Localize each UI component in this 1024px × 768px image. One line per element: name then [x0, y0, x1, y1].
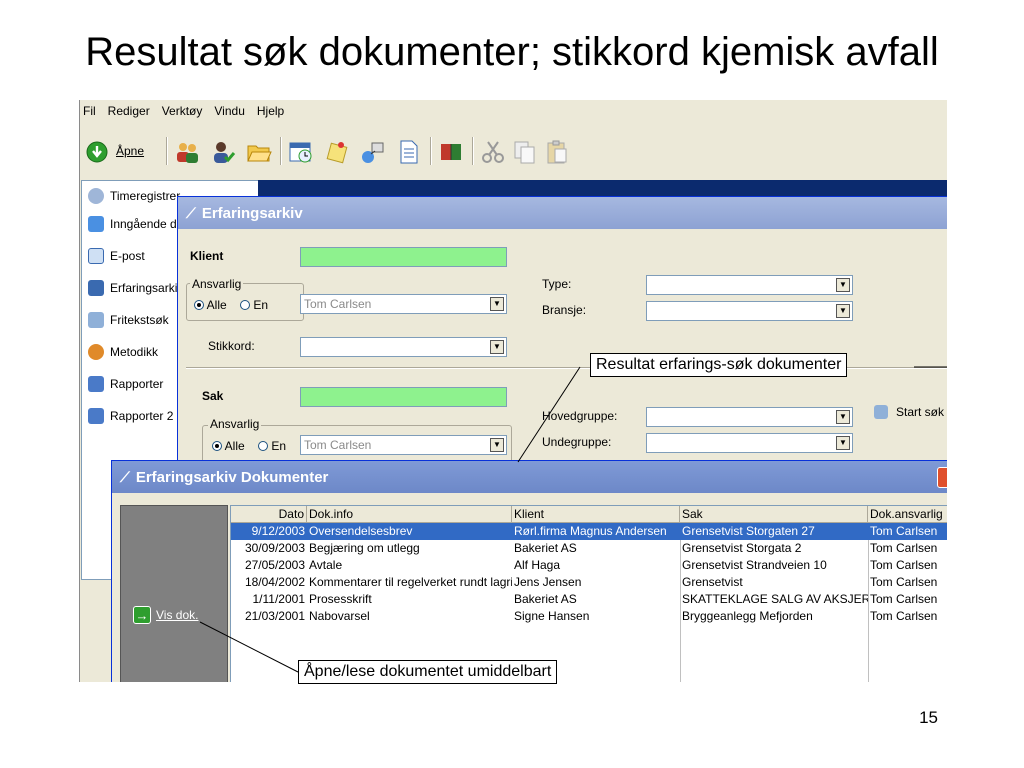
- callout-lines: [199, 366, 947, 673]
- callout-line-result: [517, 366, 581, 463]
- callout-open: Åpne/lese dokumentet umiddelbart: [298, 660, 558, 684]
- callout-result: Resultat erfarings-søk dokumenter: [590, 353, 848, 377]
- page-number: 15: [919, 708, 938, 727]
- callout-line-open: [199, 621, 299, 673]
